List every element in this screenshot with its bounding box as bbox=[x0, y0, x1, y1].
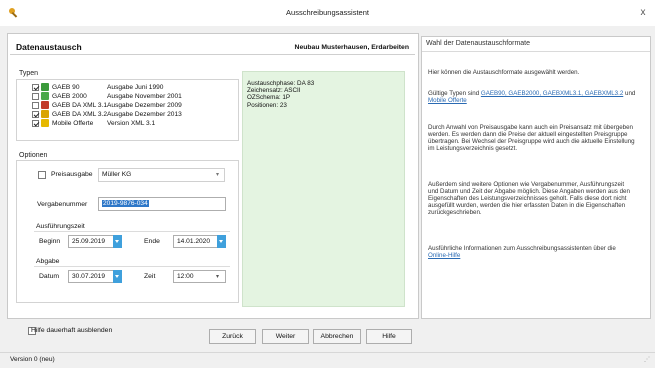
online-hilfe-link[interactable]: Online-Hilfe bbox=[428, 252, 460, 259]
help-divider bbox=[422, 51, 650, 52]
typen-label: Typen bbox=[18, 70, 40, 77]
chevron-down-icon[interactable]: ▾ bbox=[216, 171, 219, 178]
type-checkbox[interactable] bbox=[32, 110, 39, 118]
datum-value: 30.07.2019 bbox=[72, 273, 106, 280]
hide-help-label: Hilfe dauerhaft ausblenden bbox=[31, 327, 113, 334]
info-ozschema: OZSchema: 1P bbox=[247, 94, 291, 102]
preisgruppe-select[interactable]: Müller KG bbox=[98, 168, 225, 182]
type-checkbox[interactable] bbox=[32, 83, 39, 91]
optionen-label: Optionen bbox=[18, 152, 49, 159]
type-name: GAEB 2000 bbox=[52, 93, 87, 100]
type-version: Ausgabe Dezember 2013 bbox=[107, 111, 182, 118]
gaeb-icon bbox=[41, 83, 49, 92]
preisgruppe-value: Müller KG bbox=[102, 171, 132, 178]
help-button[interactable]: Hilfe bbox=[366, 329, 412, 344]
type-version: Ausgabe Dezember 2009 bbox=[107, 102, 182, 109]
datum-label: Datum bbox=[39, 273, 60, 280]
project-name: Neubau Musterhausen, Erdarbeiten bbox=[294, 44, 409, 51]
resize-grip-icon[interactable]: ⋰ bbox=[644, 356, 650, 363]
window-title: Ausschreibungsassistent bbox=[286, 8, 369, 17]
type-row-gaeb2000[interactable]: GAEB 2000 Ausgabe November 2001 bbox=[32, 92, 232, 101]
type-name: GAEB DA XML 3.2 bbox=[52, 111, 108, 118]
cancel-button[interactable]: Abbrechen bbox=[313, 329, 361, 344]
typen-list: GAEB 90 Ausgabe Juni 1990 GAEB 2000 Ausgab… bbox=[32, 83, 232, 128]
help-text: und bbox=[625, 90, 636, 97]
abgabe-label: Abgabe bbox=[36, 258, 60, 265]
vergabenummer-value: 2019-9876-034 bbox=[102, 200, 149, 207]
mobile-offerte-icon bbox=[41, 119, 49, 128]
close-button[interactable]: x bbox=[636, 6, 650, 20]
type-version: Ausgabe November 2001 bbox=[107, 93, 182, 100]
vergabenummer-label: Vergabenummer bbox=[37, 201, 88, 208]
help-title: Wahl der Datenaustauschformate bbox=[426, 40, 531, 47]
gaeb-icon bbox=[41, 101, 49, 110]
type-version: Ausgabe Juni 1990 bbox=[107, 84, 164, 91]
ende-value: 14.01.2020 bbox=[177, 238, 211, 245]
type-version: Version XML 3.1 bbox=[107, 120, 156, 127]
type-row-mobile-offerte[interactable]: Mobile Offerte Version XML 3.1 bbox=[32, 119, 232, 128]
zeit-value: 12:00 bbox=[177, 273, 194, 280]
type-row-gaebxml31[interactable]: GAEB DA XML 3.1Ausgabe Dezember 2009 bbox=[32, 101, 232, 110]
mobile-offerte-link[interactable]: Mobile Offerte bbox=[428, 97, 467, 104]
vergabenummer-input[interactable]: 2019-9876-034 bbox=[98, 197, 226, 211]
info-positionen: Positionen: 23 bbox=[247, 101, 287, 109]
help-paragraph-1: Hier können die Austauschformate ausgewä… bbox=[428, 69, 580, 76]
beginn-value: 25.09.2019 bbox=[72, 238, 106, 245]
calendar-dropdown-icon[interactable] bbox=[113, 270, 122, 283]
help-paragraph-2: Gültige Typen sind GAEB90, GAEB2000, GAE… bbox=[428, 90, 636, 105]
info-list: Austauschphase: DA 83 Zeichensatz: ASCII… bbox=[247, 80, 314, 109]
help-paragraph-3: Durch Anwahl von Preisausgabe kann auch … bbox=[428, 124, 635, 152]
calendar-dropdown-icon[interactable] bbox=[113, 235, 122, 248]
preisausgabe-checkbox[interactable] bbox=[38, 171, 46, 179]
page-title: Datenaustausch bbox=[16, 42, 82, 52]
type-checkbox[interactable] bbox=[32, 119, 39, 127]
ausfuehrungszeit-divider bbox=[34, 231, 230, 232]
type-name: GAEB DA XML 3.1 bbox=[52, 102, 108, 109]
type-checkbox[interactable] bbox=[32, 92, 39, 100]
header-divider bbox=[10, 54, 415, 55]
info-austauschphase: Austauschphase: DA 83 bbox=[247, 80, 315, 87]
status-bar bbox=[0, 352, 655, 368]
abgabe-divider bbox=[34, 266, 230, 267]
calendar-dropdown-icon[interactable] bbox=[217, 235, 226, 248]
type-checkbox[interactable] bbox=[32, 101, 39, 109]
zeit-label: Zeit bbox=[144, 273, 156, 280]
spinner-icon[interactable]: ▾ bbox=[216, 273, 219, 280]
status-text: Version 0 (neu) bbox=[10, 356, 55, 363]
ende-label: Ende bbox=[144, 238, 160, 245]
help-paragraph-4: Außerdem sind weitere Optionen wie Verga… bbox=[428, 181, 630, 216]
next-button[interactable]: Weiter bbox=[262, 329, 309, 344]
back-button[interactable]: Zurück bbox=[209, 329, 256, 344]
type-row-gaebxml32[interactable]: GAEB DA XML 3.2Ausgabe Dezember 2013 bbox=[32, 110, 232, 119]
type-name: Mobile Offerte bbox=[52, 120, 94, 127]
gaeb-icon bbox=[41, 92, 49, 101]
gaeb-types-link[interactable]: GAEB90, GAEB2000, GAEBXML3.1, GAEBXML3.2 bbox=[481, 90, 623, 97]
ausfuehrungszeit-label: Ausführungszeit bbox=[36, 223, 85, 230]
info-zeichensatz: Zeichensatz: ASCII bbox=[247, 87, 301, 95]
gaeb-icon bbox=[41, 110, 49, 119]
help-paragraph-5: Ausführliche Informationen zum Ausschrei… bbox=[428, 245, 636, 260]
type-row-gaeb90[interactable]: GAEB 90 Ausgabe Juni 1990 bbox=[32, 83, 232, 92]
preisausgabe-label: Preisausgabe bbox=[51, 171, 93, 178]
help-panel bbox=[421, 36, 651, 319]
type-name: GAEB 90 bbox=[52, 84, 80, 91]
beginn-label: Beginn bbox=[39, 238, 61, 245]
